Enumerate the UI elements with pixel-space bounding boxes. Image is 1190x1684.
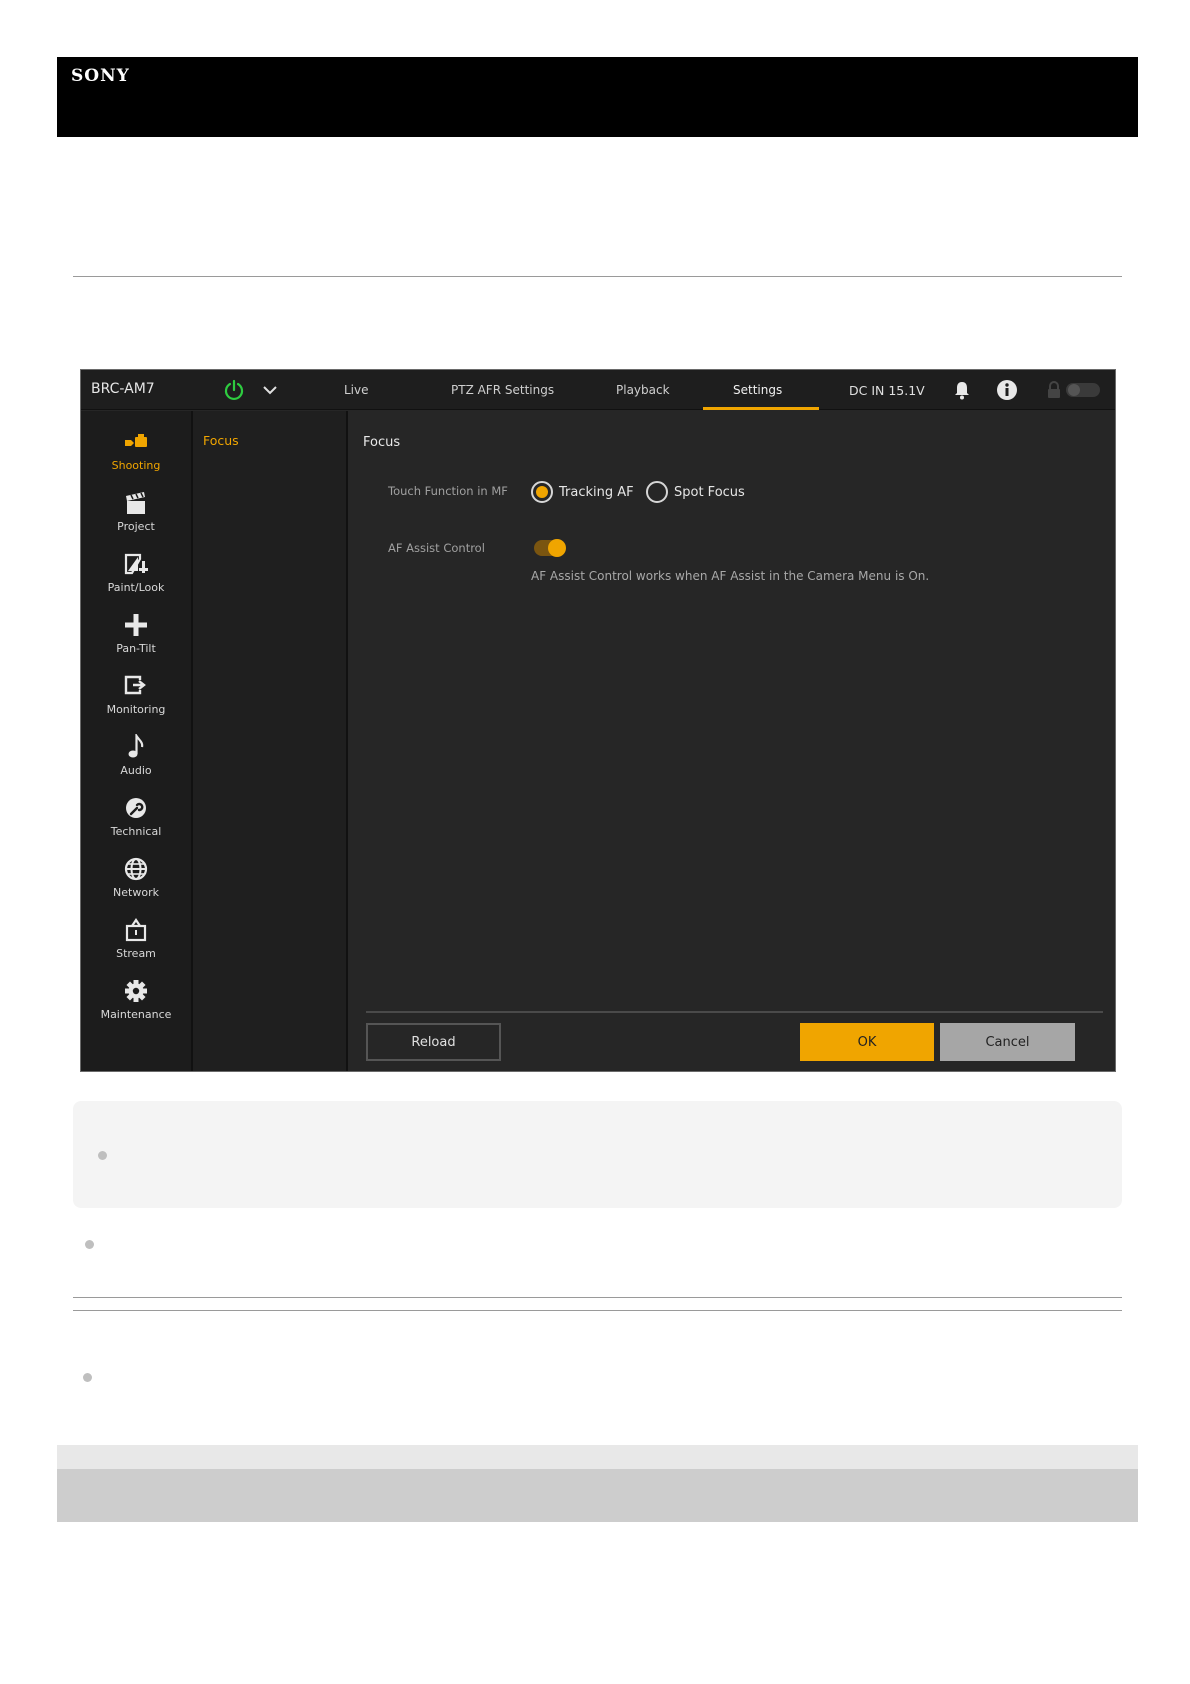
model-name: BRC-AM7 [91,381,155,397]
radio-tracking-af[interactable]: Tracking AF [531,479,634,505]
sidebar-item-label: Stream [116,947,156,960]
af-assist-label: AF Assist Control [388,541,485,555]
info-icon[interactable] [996,379,1018,401]
cross-arrows-icon [125,614,147,636]
sidebar-item-label: Pan-Tilt [116,642,156,655]
sidebar-item-label: Maintenance [100,1008,172,1021]
footer-band [57,1445,1138,1469]
gear-icon [125,980,147,1002]
bullet [85,1240,94,1249]
bell-icon[interactable] [953,380,971,400]
sidebar-item-label: Project [117,520,155,533]
sidebar-item-shooting[interactable]: Shooting [81,425,191,483]
sidebar-item-technical[interactable]: Technical [81,791,191,849]
sidebar-item-label: Technical [110,825,162,838]
tab-live[interactable]: Live [344,383,369,397]
sidebar-item-stream[interactable]: Stream [81,913,191,971]
radio-label: Spot Focus [674,484,745,500]
af-assist-toggle[interactable] [534,539,566,557]
radio-circle [531,481,553,503]
tab-settings[interactable]: Settings [733,383,782,397]
sidebar-item-project[interactable]: Project [81,486,191,544]
cancel-button[interactable]: Cancel [940,1023,1075,1061]
sidebar-item-monitoring[interactable]: Monitoring [81,669,191,727]
chevron-down-icon[interactable] [262,382,278,398]
sidebar-item-label: Paint/Look [107,581,165,594]
lock-toggle[interactable] [1066,383,1100,397]
ok-button[interactable]: OK [800,1023,934,1061]
clapperboard-icon [126,492,145,514]
sony-header: SONY [57,57,1138,137]
settings-panel: Focus Touch Function in MF Tracking AF S… [350,411,1115,1071]
button-divider [366,1011,1103,1013]
divider [73,1310,1122,1311]
divider [73,276,1122,277]
paint-icon [124,553,148,575]
sidebar-item-paint-look[interactable]: Paint/Look [81,547,191,605]
af-assist-note: AF Assist Control works when AF Assist i… [531,569,930,583]
sidebar-item-label: Shooting [111,459,161,472]
sidebar-item-label: Network [113,886,159,899]
sidebar-item-network[interactable]: Network [81,852,191,910]
radio-label: Tracking AF [559,484,634,500]
sidebar-item-audio[interactable]: Audio [81,730,191,788]
top-bar: BRC-AM7 Live PTZ AFR Settings Playback S… [81,370,1115,410]
camera-icon [125,434,147,447]
radio-circle [646,481,668,503]
tab-playback[interactable]: Playback [616,383,670,397]
globe-icon [124,857,148,881]
sidebar-item-label: Monitoring [106,703,166,716]
sony-logo: SONY [71,66,130,86]
section-title: Focus [363,435,401,450]
divider [73,1297,1122,1298]
stream-icon [125,918,147,942]
subnav-item-focus[interactable]: Focus [203,433,239,448]
bullet [83,1373,92,1382]
sidebar-item-maintenance[interactable]: Maintenance [81,974,191,1032]
reload-button[interactable]: Reload [366,1023,501,1061]
sidebar: Shooting Project Paint/Look Pan-Tilt Mon… [81,411,193,1071]
active-tab-indicator [703,407,819,410]
radio-spot-focus[interactable]: Spot Focus [646,479,745,505]
dc-in-status: DC IN 15.1V [849,383,925,398]
tab-ptz-afr-settings[interactable]: PTZ AFR Settings [451,383,554,397]
sidebar-item-pan-tilt[interactable]: Pan-Tilt [81,608,191,666]
music-note-icon [128,734,144,758]
sub-navigation: Focus [193,411,348,1071]
bullet [98,1151,107,1160]
hint-box [73,1101,1122,1208]
touch-function-label: Touch Function in MF [388,484,508,498]
power-icon[interactable] [223,379,245,401]
lock-icon [1048,381,1060,398]
wrench-icon [126,798,146,818]
app-window: BRC-AM7 Live PTZ AFR Settings Playback S… [80,369,1116,1072]
monitor-output-icon [124,675,146,695]
sidebar-item-label: Audio [120,764,152,777]
footer-bar [57,1469,1138,1522]
